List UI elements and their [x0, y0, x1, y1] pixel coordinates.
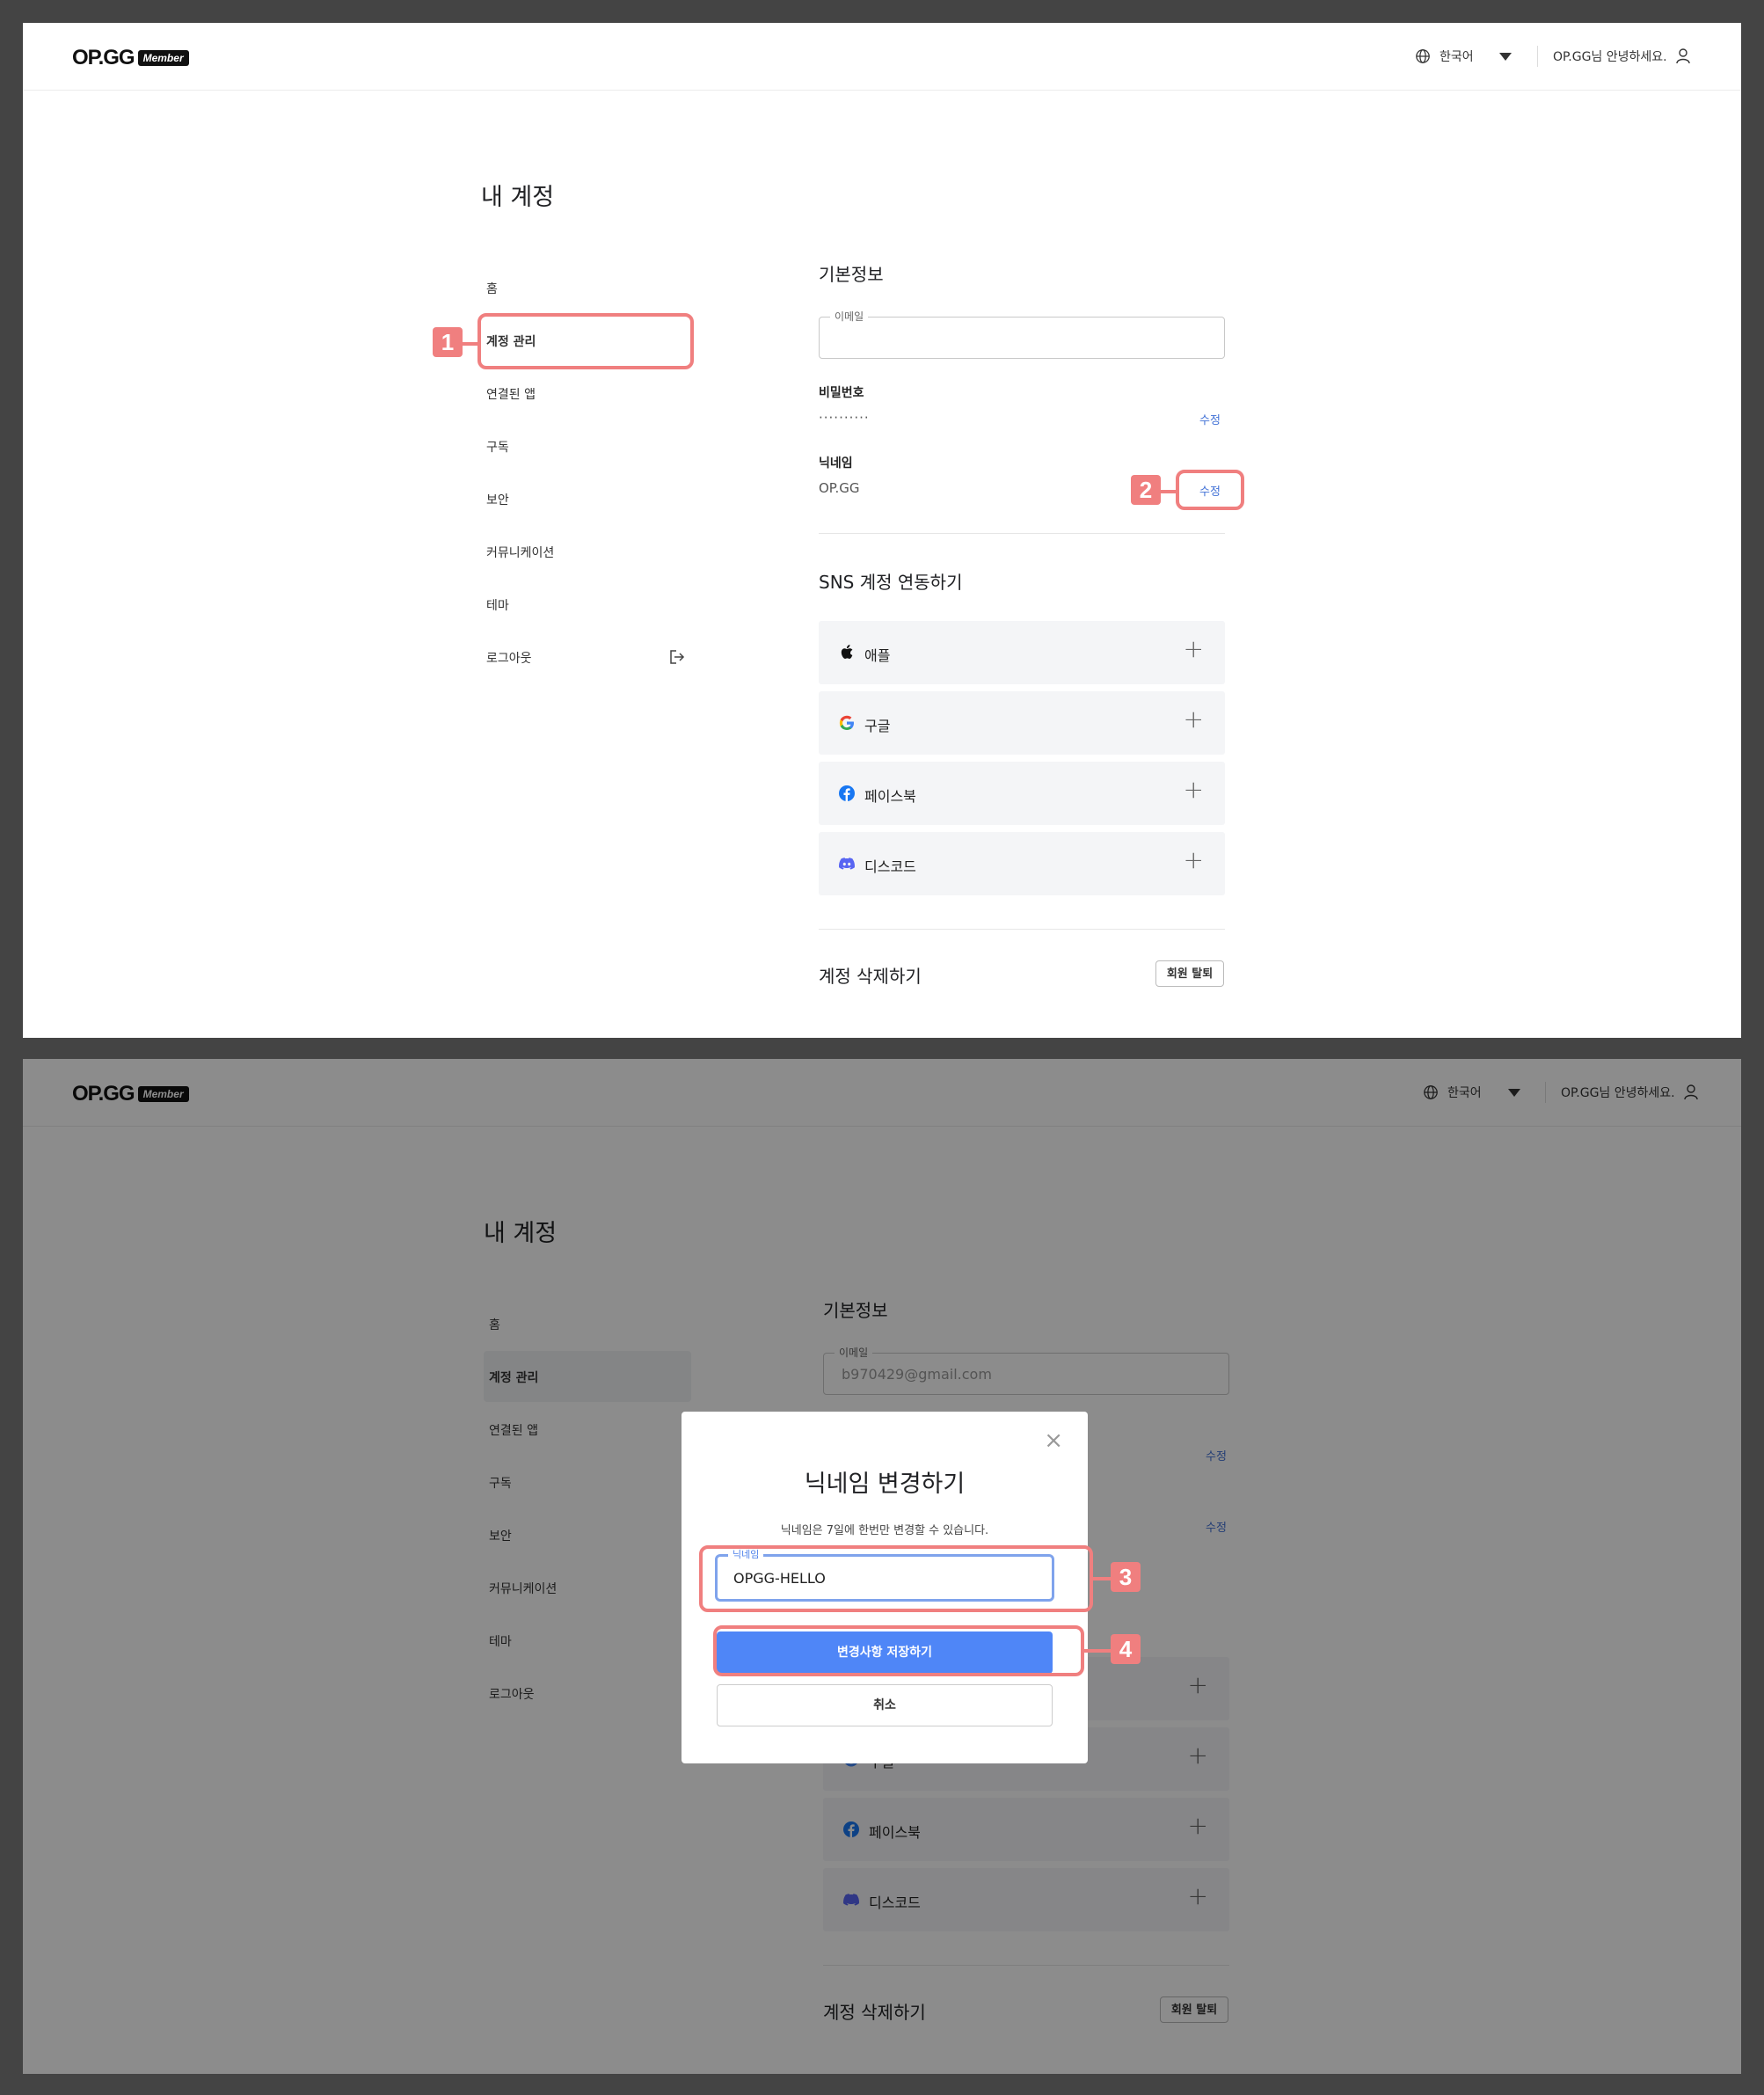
sns-item-label: 페이스북: [864, 788, 916, 805]
sns-title: SNS 계정 연동하기: [819, 572, 963, 593]
caret-down-icon[interactable]: [1499, 53, 1512, 61]
sidebar-item-security[interactable]: 보안: [486, 491, 509, 508]
top-header: OP.GG Member 한국어 OP.GG님 안녕하세요.: [23, 23, 1741, 91]
callout-number-3: 3: [1111, 1562, 1141, 1592]
callout-box-2: [1176, 470, 1244, 510]
greeting-text: OP.GG님 안녕하세요.: [1553, 50, 1667, 64]
callout-number-2: 2: [1131, 475, 1161, 505]
plus-icon[interactable]: +: [1184, 707, 1204, 732]
user-menu[interactable]: OP.GG님 안녕하세요.: [1553, 47, 1690, 65]
callout-number-1: 1: [433, 327, 463, 357]
sns-item-google[interactable]: 구글 +: [819, 691, 1225, 755]
sidebar-item-connected-apps[interactable]: 연결된 앱: [486, 385, 536, 403]
screenshot-account-page: OP.GG Member 한국어 OP.GG님 안녕하세요. 내 계정 홈 계정 …: [23, 23, 1741, 1038]
callout-line-4: [1082, 1649, 1111, 1653]
email-field-label: 이메일: [830, 309, 869, 324]
language-label: 한국어: [1440, 50, 1474, 64]
screenshot-nickname-modal: OP.GG Member 한국어 OP.GG님 안녕하세요. 내 계정 홈 계정 …: [23, 1059, 1741, 2074]
header-divider: [1537, 46, 1538, 67]
sns-item-apple[interactable]: 애플 +: [819, 621, 1225, 684]
nickname-value: OP.GG: [819, 480, 860, 496]
opgg-logo[interactable]: OP.GG Member: [72, 46, 189, 70]
plus-icon[interactable]: +: [1184, 637, 1204, 661]
sidebar-item-logout[interactable]: 로그아웃: [486, 649, 532, 667]
modal-description: 닉네임은 7일에 한번만 변경할 수 있습니다.: [780, 1524, 989, 1537]
sns-item-label: 구글: [864, 718, 891, 734]
sns-item-facebook[interactable]: 페이스북 +: [819, 762, 1225, 825]
delete-account-title: 계정 삭제하기: [819, 966, 922, 987]
callout-line-2: [1161, 490, 1178, 493]
basic-info-title: 기본정보: [819, 264, 884, 285]
user-icon: [1675, 48, 1690, 64]
sns-item-label: 애플: [864, 647, 891, 664]
email-field[interactable]: 이메일: [819, 309, 1225, 359]
plus-icon[interactable]: +: [1184, 848, 1204, 872]
modal-title: 닉네임 변경하기: [804, 1471, 966, 1498]
section-divider: [819, 533, 1225, 534]
callout-box-1: [477, 313, 694, 369]
callout-line-3: [1091, 1577, 1111, 1580]
sns-item-label: 디스코드: [864, 858, 916, 875]
language-selector[interactable]: 한국어: [1415, 47, 1474, 65]
password-value: ··········: [819, 410, 870, 426]
callout-number-4: 4: [1111, 1634, 1141, 1664]
callout-box-4: [713, 1625, 1084, 1676]
section-divider: [819, 929, 1225, 930]
plus-icon[interactable]: +: [1184, 777, 1204, 802]
callout-box-3: [699, 1545, 1093, 1612]
password-label: 비밀번호: [819, 386, 864, 400]
password-edit-link[interactable]: 수정: [1199, 411, 1221, 427]
sidebar-item-theme[interactable]: 테마: [486, 596, 509, 614]
page-title: 내 계정: [481, 184, 555, 211]
logout-icon[interactable]: [669, 650, 685, 664]
callout-line-1: [463, 342, 480, 346]
apple-icon: [841, 645, 853, 659]
close-icon[interactable]: ×: [1044, 1427, 1063, 1454]
sidebar-item-home[interactable]: 홈: [486, 280, 498, 297]
sidebar-item-subscription[interactable]: 구독: [486, 438, 509, 456]
globe-icon: [1416, 49, 1430, 63]
sns-item-discord[interactable]: 디스코드 +: [819, 832, 1225, 895]
member-badge: Member: [137, 50, 189, 66]
nickname-label: 닉네임: [819, 456, 853, 471]
sidebar-item-communication[interactable]: 커뮤니케이션: [486, 544, 554, 561]
facebook-icon: [839, 785, 855, 801]
google-icon: [839, 715, 854, 730]
cancel-button[interactable]: 취소: [717, 1684, 1053, 1726]
withdraw-button[interactable]: 회원 탈퇴: [1155, 960, 1224, 987]
discord-icon: [839, 858, 855, 870]
